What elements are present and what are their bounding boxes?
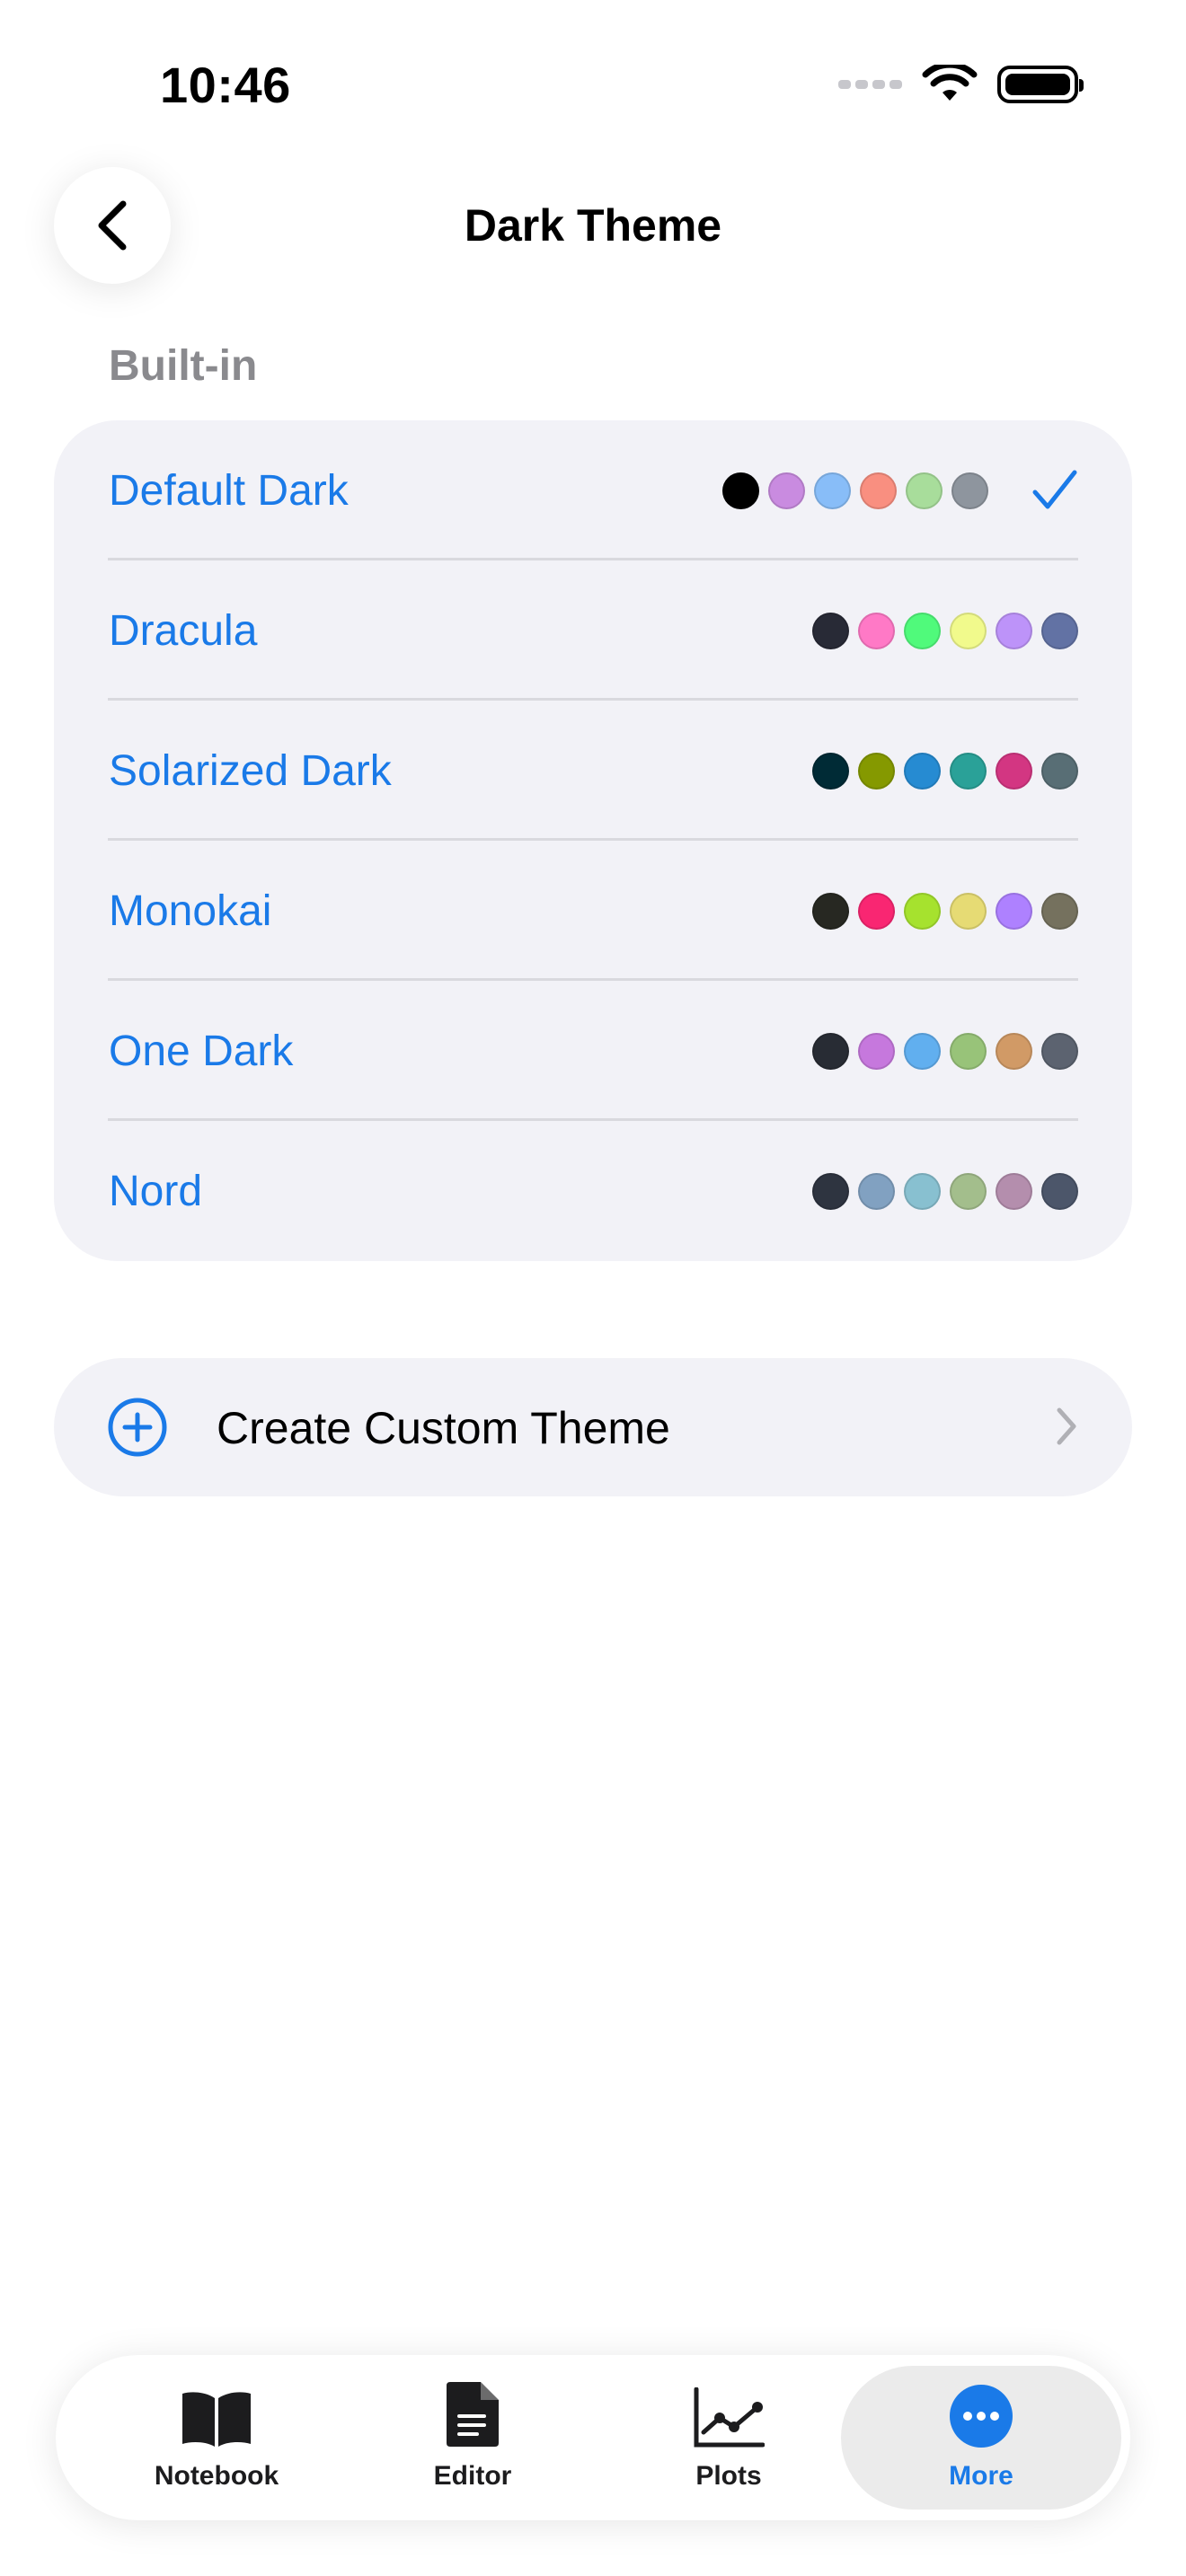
color-swatch <box>1041 1172 1078 1210</box>
color-swatch <box>904 892 941 930</box>
checkmark-icon <box>1032 470 1077 509</box>
tab-label: Plots <box>695 2461 762 2491</box>
color-swatches <box>812 1172 1078 1210</box>
color-swatch <box>996 1032 1032 1070</box>
color-swatch <box>1041 612 1078 649</box>
color-swatch <box>904 1172 941 1210</box>
color-swatch <box>858 752 895 790</box>
color-swatch <box>1041 752 1078 790</box>
color-swatches <box>812 612 1078 649</box>
section-header-built-in: Built-in <box>109 342 258 390</box>
color-swatch <box>996 892 1032 930</box>
tab-label: Notebook <box>154 2461 279 2491</box>
theme-row-one-dark[interactable]: One Dark <box>54 981 1132 1121</box>
chevron-right-icon <box>1057 1407 1076 1445</box>
create-custom-theme-label: Create Custom Theme <box>217 1403 670 1453</box>
color-swatch <box>1041 1032 1078 1070</box>
color-swatch <box>858 612 895 649</box>
color-swatch <box>858 892 895 930</box>
cellular-signal-icon <box>838 80 902 89</box>
theme-name: Default Dark <box>109 466 349 515</box>
theme-name: One Dark <box>109 1027 294 1075</box>
theme-name: Solarized Dark <box>109 746 392 795</box>
color-swatch <box>768 472 805 509</box>
color-swatch <box>950 752 987 790</box>
color-swatch <box>950 612 987 649</box>
book-icon <box>182 2392 251 2447</box>
color-swatch <box>996 1172 1032 1210</box>
color-swatch <box>1041 892 1078 930</box>
color-swatches <box>812 752 1078 790</box>
dark-theme-screen: 10:46 Dark Theme Built-in Default Dark Dr… <box>0 0 1186 2576</box>
color-swatch <box>950 1172 987 1210</box>
color-swatch <box>950 892 987 930</box>
color-swatches <box>812 892 1078 930</box>
color-swatch <box>814 472 851 509</box>
color-swatch <box>858 1032 895 1070</box>
color-swatch <box>904 752 941 790</box>
color-swatch <box>950 1032 987 1070</box>
tab-bar: Notebook Editor Plots More <box>56 2355 1130 2520</box>
tab-editor[interactable]: Editor <box>338 2366 607 2510</box>
theme-row-monokai[interactable]: Monokai <box>54 841 1132 981</box>
color-swatch <box>858 1172 895 1210</box>
plus-circle-icon <box>108 1398 167 1457</box>
status-icons <box>838 65 1084 104</box>
theme-name: Dracula <box>109 606 258 655</box>
theme-row-solarized-dark[interactable]: Solarized Dark <box>54 701 1132 841</box>
battery-icon <box>997 66 1084 103</box>
tab-more[interactable]: More <box>841 2366 1121 2510</box>
color-swatch <box>722 472 759 509</box>
color-swatch <box>996 752 1032 790</box>
theme-row-default-dark[interactable]: Default Dark <box>54 420 1132 560</box>
theme-list: Default Dark Dracula Solarized Dark Monokai… <box>54 420 1132 1261</box>
tab-label: Editor <box>433 2461 512 2491</box>
status-time: 10:46 <box>160 57 291 113</box>
theme-row-nord[interactable]: Nord <box>54 1121 1132 1261</box>
color-swatch <box>996 612 1032 649</box>
color-swatches <box>812 1032 1078 1070</box>
tab-plots[interactable]: Plots <box>594 2366 863 2510</box>
color-swatch <box>904 1032 941 1070</box>
theme-name: Nord <box>109 1167 203 1215</box>
color-swatch <box>812 892 849 930</box>
theme-row-dracula[interactable]: Dracula <box>54 560 1132 701</box>
create-custom-theme-button[interactable]: Create Custom Theme <box>54 1358 1132 1496</box>
tab-notebook[interactable]: Notebook <box>82 2366 351 2510</box>
wifi-icon <box>922 65 978 101</box>
color-swatch <box>904 612 941 649</box>
tab-label: More <box>949 2461 1013 2491</box>
color-swatch <box>812 612 849 649</box>
ellipsis-icon <box>950 2385 1013 2448</box>
color-swatch <box>812 1032 849 1070</box>
color-swatch <box>812 752 849 790</box>
color-swatches <box>722 472 988 509</box>
color-swatch <box>860 472 897 509</box>
page-title: Dark Theme <box>464 200 722 251</box>
color-swatch <box>906 472 943 509</box>
theme-name: Monokai <box>109 887 272 935</box>
document-icon <box>447 2382 499 2447</box>
chart-icon <box>694 2387 765 2448</box>
color-swatch <box>951 472 988 509</box>
color-swatch <box>812 1172 849 1210</box>
